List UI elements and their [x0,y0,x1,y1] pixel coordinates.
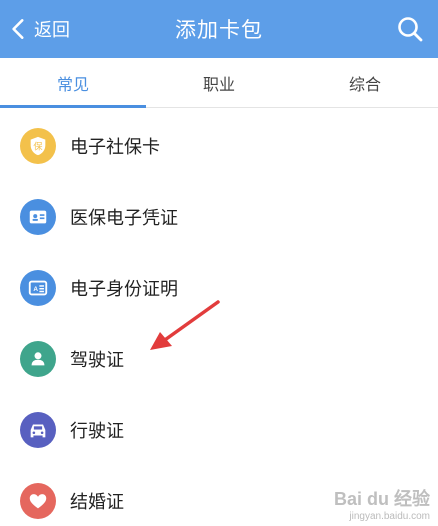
page-title: 添加卡包 [175,18,263,42]
tab-general[interactable]: 综合 [292,58,438,107]
tab-career[interactable]: 职业 [146,58,292,107]
item-label: 驾驶证 [70,349,124,371]
item-label: 结婚证 [70,491,124,513]
search-icon[interactable] [396,15,424,43]
item-label: 电子身份证明 [70,278,178,300]
tab-common[interactable]: 常见 [0,58,146,108]
list-item-electronic-identity[interactable]: A 电子身份证明 [0,252,438,323]
card-list: 保 电子社保卡 医保电子凭证 A 电子身份证明 驾驶证 行驶证 结婚证 [0,110,438,526]
heart-icon [20,482,56,519]
watermark-main: Bai du 经验 [333,489,430,509]
shield-icon: 保 [20,127,56,164]
list-item-social-security-card[interactable]: 保 电子社保卡 [0,110,438,181]
identity-card-icon: A [20,269,56,306]
person-icon [20,340,56,377]
watermark-sub: jingyan.baidu.com [349,511,430,522]
item-label: 行驶证 [70,420,124,442]
item-label: 电子社保卡 [70,136,160,158]
header-bar: 返回 添加卡包 [0,0,438,58]
car-icon [20,411,56,448]
tab-bar: 常见 职业 综合 [0,58,438,108]
id-card-icon [20,198,56,235]
svg-text:保: 保 [33,140,42,152]
list-item-driver-license[interactable]: 驾驶证 [0,323,438,394]
list-item-vehicle-license[interactable]: 行驶证 [0,394,438,465]
list-item-medical-insurance[interactable]: 医保电子凭证 [0,181,438,252]
svg-text:A: A [33,285,38,292]
item-label: 医保电子凭证 [70,207,178,229]
watermark: Bai du 经验 jingyan.baidu.com [334,485,430,522]
